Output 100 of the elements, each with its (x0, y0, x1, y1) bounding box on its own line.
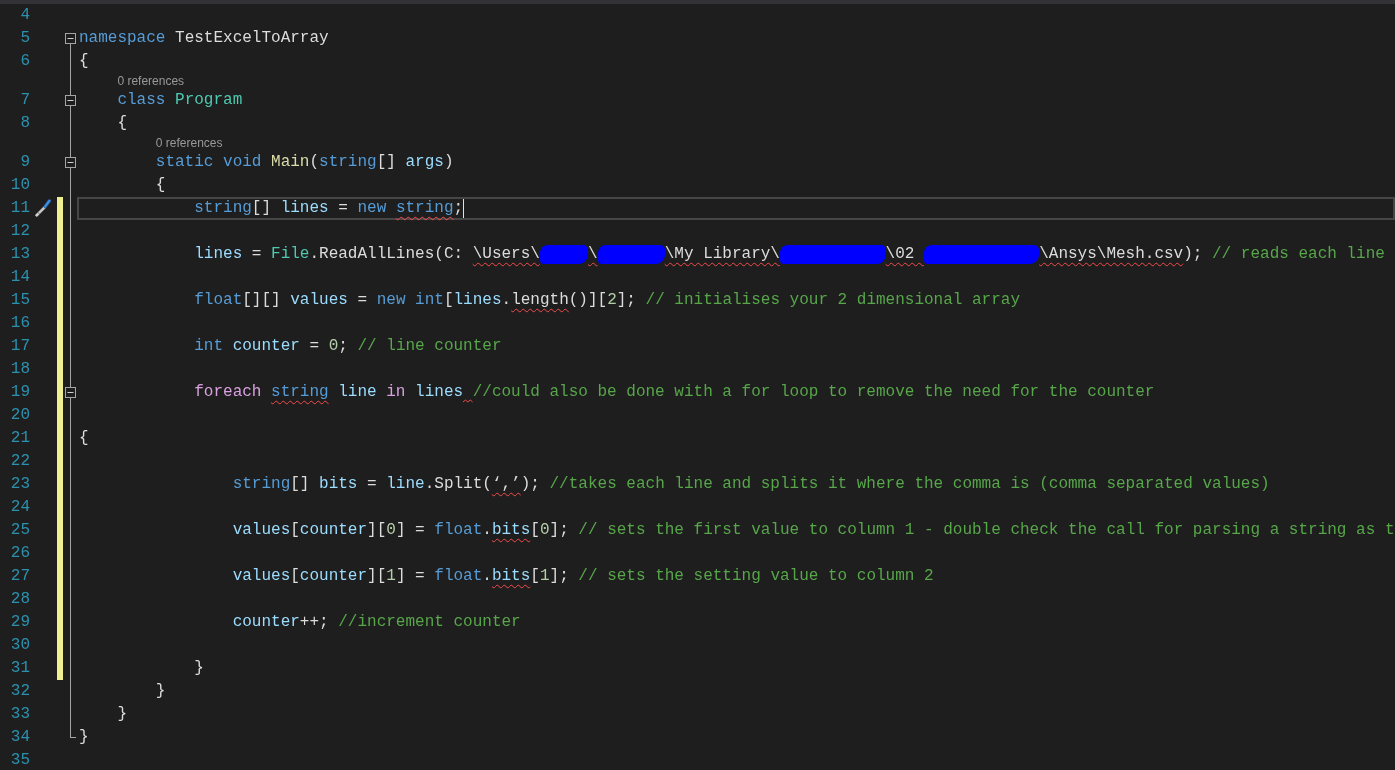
code-text: ++; (299, 612, 330, 633)
variable-name: counter (299, 520, 368, 541)
text-cursor (463, 199, 465, 218)
collapse-icon[interactable] (65, 157, 76, 168)
line-number: 27 (9, 566, 30, 587)
variable-name: values (232, 520, 291, 541)
code-text: ][ (367, 520, 387, 541)
keyword: new (357, 198, 388, 219)
code-text: ]; (616, 290, 637, 311)
line-number: 19 (9, 382, 30, 403)
line-number: 5 (19, 28, 30, 49)
line-number: 23 (9, 474, 30, 495)
code-text: { (117, 113, 127, 134)
code-text: } (79, 727, 89, 748)
code-text: [ (290, 566, 300, 587)
line-number: 9 (19, 152, 30, 173)
keyword: string (395, 198, 454, 219)
variable-name: bits (491, 566, 531, 587)
code-text: } (117, 704, 127, 725)
line-number: 35 (9, 750, 30, 770)
number-literal: 0 (386, 520, 396, 541)
code-text: [] (376, 152, 397, 173)
code-text: { (79, 428, 89, 449)
collapse-icon[interactable] (65, 33, 76, 44)
code-text: .ReadAllLines(C: (309, 244, 465, 265)
keyword: new int (376, 290, 444, 311)
brush-icon[interactable] (33, 198, 53, 218)
line-number: 34 (9, 727, 30, 748)
code-text: [] (251, 198, 273, 219)
keyword: int (194, 336, 224, 357)
error-squiggle (463, 399, 473, 403)
line-number: 25 (9, 520, 30, 541)
collapse-icon[interactable] (65, 95, 76, 106)
code-text: [ (290, 520, 300, 541)
collapse-icon[interactable] (65, 387, 76, 398)
line-number: 13 (9, 244, 30, 265)
references-link[interactable]: 0 references (155, 136, 223, 150)
variable-name: counter (299, 566, 368, 587)
code-text: [] (290, 474, 311, 495)
line-number: 10 (9, 175, 30, 196)
line-number: 14 (9, 267, 30, 288)
variable-name: line (338, 382, 377, 403)
line-number: 29 (9, 612, 30, 633)
code-text: [][] (242, 290, 282, 311)
redaction-mark (539, 245, 588, 264)
line-number: 16 (9, 313, 30, 334)
line-number: 11 (9, 198, 30, 219)
line-number: 7 (19, 90, 30, 111)
code-text: ] = (395, 566, 426, 587)
code-text: ); (1183, 244, 1204, 265)
line-number: 32 (9, 681, 30, 702)
variable-name: values (290, 290, 348, 311)
keyword: string (232, 474, 291, 495)
code-text: ]; (549, 566, 570, 587)
code-text: ] = (395, 520, 426, 541)
keyword: namespace (79, 28, 166, 49)
variable-name: lines (453, 290, 502, 311)
code-text: TestExcelToArray (175, 28, 329, 49)
code-text: \Ansys\Mesh.csv (1039, 244, 1184, 265)
code-text: { (155, 175, 166, 196)
line-number: 8 (19, 113, 30, 134)
code-text: . (482, 566, 492, 587)
line-number: 20 (9, 405, 30, 426)
number-literal: 0 (539, 520, 550, 541)
variable-name: counter (232, 612, 300, 633)
variable-name: values (232, 566, 291, 587)
code-text: = (357, 290, 369, 311)
keyword: float (434, 566, 483, 587)
code-text: ][ (367, 566, 387, 587)
number-literal: 2 (607, 290, 617, 311)
code-text: \Users\ (472, 244, 540, 265)
code-comment: //increment counter (338, 612, 521, 633)
line-number: 17 (9, 336, 30, 357)
code-text: = (309, 336, 321, 357)
code-text: ) (443, 152, 454, 173)
references-link[interactable]: 0 references (117, 74, 185, 88)
code-comment: //takes each line and splits it where the comma is (comma separated values) (549, 474, 1270, 495)
variable-name: args (405, 152, 444, 173)
code-text: \My Library\ (664, 244, 780, 265)
code-text: } (155, 681, 166, 702)
variable-name: counter (232, 336, 300, 357)
variable-name: lines (194, 244, 243, 265)
line-number: 24 (9, 497, 30, 518)
code-text: length (511, 290, 569, 311)
keyword: float (194, 290, 243, 311)
type-name: Program (175, 90, 243, 111)
code-text: } (194, 658, 204, 679)
line-number: 28 (9, 589, 30, 610)
number-literal: 0 (328, 336, 339, 357)
code-comment: //could also be done with a for loop to remove the need for the counter (472, 382, 1155, 403)
code-text: ; (453, 198, 464, 219)
code-text: \ (587, 244, 598, 265)
number-literal: 1 (386, 566, 396, 587)
code-text: [ (530, 520, 540, 541)
code-text: . (501, 290, 512, 311)
variable-name: lines (280, 198, 329, 219)
code-text: ( (309, 152, 320, 173)
code-comment: // sets the first value to column 1 - double check the call for parsing a string as t (578, 520, 1395, 541)
keyword: class (117, 90, 166, 111)
line-number: 31 (9, 658, 30, 679)
